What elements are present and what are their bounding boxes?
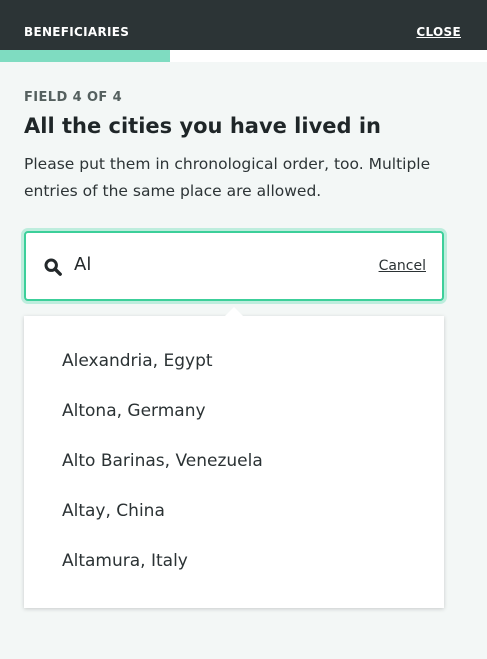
suggestion-item[interactable]: Altona, Germany	[62, 401, 206, 421]
field-counter: FIELD 4 OF 4	[24, 90, 123, 105]
field-description: Please put them in chronological order, …	[24, 155, 431, 200]
search-input-value[interactable]: Al	[74, 254, 91, 276]
close-button[interactable]: CLOSE	[416, 25, 461, 39]
suggestion-dropdown: Alexandria, Egypt Altona, Germany Alto B…	[24, 307, 444, 608]
page-title: BENEFICIARIES	[24, 25, 130, 39]
dropdown-caret	[224, 307, 244, 317]
suggestion-item[interactable]: Alto Barinas, Venezuela	[62, 451, 263, 471]
search-icon	[44, 258, 62, 276]
suggestion-item[interactable]: Alexandria, Egypt	[62, 351, 213, 371]
field-title: All the cities you have lived in	[24, 114, 381, 138]
top-bar: BENEFICIARIES CLOSE	[0, 0, 487, 50]
suggestion-item[interactable]: Altamura, Italy	[62, 551, 188, 571]
progress-bar-fill	[0, 50, 171, 62]
suggestion-item[interactable]: Altay, China	[62, 501, 165, 521]
search-input[interactable]: Al Cancel	[24, 231, 444, 301]
cancel-button[interactable]: Cancel	[379, 257, 426, 275]
progress-bar	[0, 50, 487, 62]
